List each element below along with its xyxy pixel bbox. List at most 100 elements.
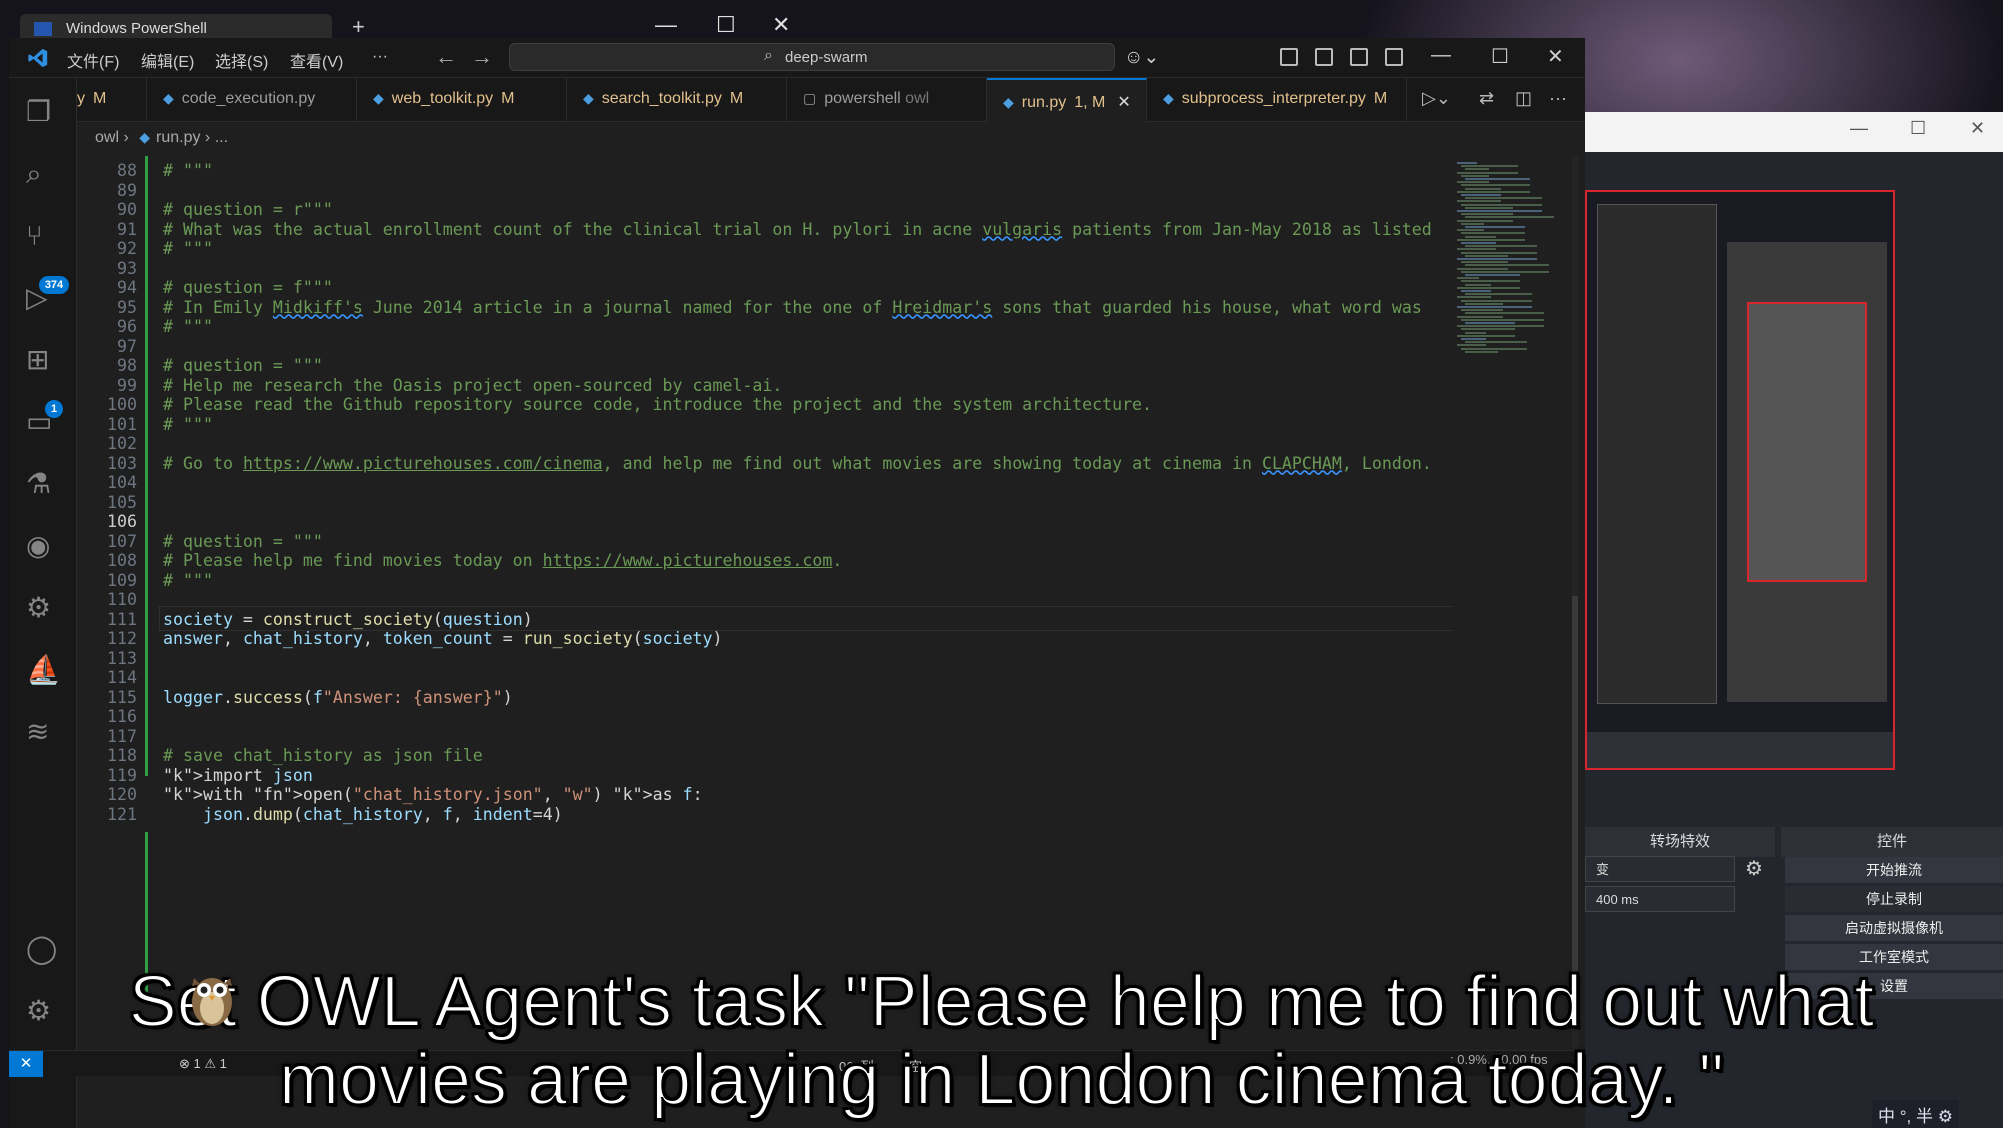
powershell-window-tab[interactable]: Windows PowerShell <box>20 14 332 40</box>
testing-icon[interactable]: ⚗ <box>26 468 51 500</box>
minimap-line <box>1465 312 1544 315</box>
docker-icon[interactable]: ≋ <box>26 716 49 748</box>
minimap-line <box>1461 338 1486 340</box>
scrollbar-thumb[interactable] <box>1572 596 1578 976</box>
menu-edit[interactable]: 编辑(E) <box>141 48 194 72</box>
obs-maximize-button[interactable]: ☐ <box>1910 118 1926 139</box>
more-actions-icon[interactable]: ··· <box>1549 88 1567 109</box>
obs-transitions-header: 转场特效 <box>1585 827 1775 857</box>
terminal-icon: ▢ <box>803 90 817 106</box>
title-bar: 文件(F) 编辑(E) 选择(S) 查看(V) ··· ← → ⌕ deep-s… <box>9 38 1585 78</box>
python-file-icon: ◆ <box>1003 94 1014 110</box>
breadcrumb-folder[interactable]: owl <box>95 129 119 146</box>
minimap-line <box>1465 216 1554 219</box>
minimap-line <box>1457 325 1544 328</box>
menu-file[interactable]: 文件(F) <box>67 48 119 72</box>
minimap-line <box>1465 178 1530 180</box>
code-line[interactable]: 121 json.dump(chat_history, f, indent=4) <box>77 802 1457 827</box>
minimize-button[interactable]: — <box>1431 44 1451 67</box>
menu-view[interactable]: 查看(V) <box>290 48 343 72</box>
tab-powershell[interactable]: ▢ powershell owl <box>787 78 987 122</box>
minimap-line <box>1461 213 1513 216</box>
minimap-line <box>1461 328 1515 331</box>
obs-minimize-button[interactable]: — <box>1850 118 1868 139</box>
python-file-icon: ◆ <box>163 90 174 106</box>
start-streaming-button[interactable]: 开始推流 <box>1785 857 2003 883</box>
code-editor[interactable]: 88 # """ 89 90 # question = r""" 91 # What was… <box>77 156 1457 1046</box>
run-file-icon[interactable]: ▷⌄ <box>1422 88 1451 109</box>
powershell-close-button[interactable]: ✕ <box>772 12 790 38</box>
obs-preview[interactable] <box>1585 190 1895 770</box>
minimap-line <box>1461 222 1484 225</box>
split-editor-icon[interactable]: ◫ <box>1515 88 1532 109</box>
owl-emoji-icon <box>192 978 232 1026</box>
minimap-line <box>1461 261 1508 264</box>
run-debug-icon[interactable]: ▷ <box>26 282 48 314</box>
tab-run-py[interactable]: ◆ run.py 1, M ✕ <box>987 78 1147 123</box>
customize-layout-icon[interactable] <box>1280 48 1298 66</box>
close-tab-icon[interactable]: ✕ <box>1117 94 1130 111</box>
minimap-line <box>1457 229 1484 232</box>
minimap-line <box>1461 165 1518 168</box>
minimap-line <box>1461 299 1532 302</box>
minimap-line <box>1465 341 1527 344</box>
transition-duration[interactable]: 400 ms <box>1585 886 1735 912</box>
forward-arrow-icon[interactable]: → <box>471 44 493 70</box>
minimap-line <box>1461 194 1501 196</box>
github-icon[interactable]: ◉ <box>26 530 50 562</box>
stop-recording-button[interactable]: 停止录制 <box>1785 886 2003 912</box>
minimap-line <box>1465 206 1513 209</box>
transition-settings-gear-icon[interactable]: ⚙ <box>1745 856 1763 881</box>
powershell-maximize-button[interactable]: ☐ <box>716 12 736 38</box>
minimap-line <box>1457 171 1518 174</box>
start-virtual-camera-button[interactable]: 启动虚拟摄像机 <box>1785 915 2003 941</box>
remote-explorer-icon[interactable]: ▭ <box>26 406 52 438</box>
back-arrow-icon[interactable]: ← <box>435 44 457 70</box>
new-tab-button[interactable]: + <box>352 14 365 40</box>
toggle-panel-icon[interactable] <box>1350 48 1368 66</box>
minimap[interactable] <box>1453 156 1565 1056</box>
minimap-line <box>1461 290 1491 292</box>
explorer-icon[interactable]: ❐ <box>26 96 51 128</box>
editor-scrollbar[interactable] <box>1572 156 1578 1056</box>
search-view-icon[interactable]: ⌕ <box>26 158 42 190</box>
minimap-line <box>1457 258 1537 260</box>
minimap-line <box>1461 270 1549 273</box>
breadcrumb-more[interactable]: ... <box>215 129 228 146</box>
transition-select[interactable]: 变 <box>1585 856 1735 882</box>
menu-selection[interactable]: 选择(S) <box>215 48 268 72</box>
tab-search-toolkit[interactable]: ◆ search_toolkit.py M <box>567 78 787 122</box>
minimap-line <box>1465 283 1491 286</box>
command-center-search[interactable]: ⌕ deep-swarm <box>509 43 1115 71</box>
extensions-icon[interactable]: ⊞ <box>26 344 49 376</box>
menu-more[interactable]: ··· <box>372 48 388 66</box>
minimap-line <box>1465 235 1496 238</box>
preview-nested-window <box>1747 302 1867 582</box>
breadcrumb-file[interactable]: run.py <box>156 129 200 146</box>
toggle-primary-sidebar-icon[interactable] <box>1315 48 1333 66</box>
tab-code-execution[interactable]: ◆ code_execution.py <box>147 78 357 122</box>
minimap-line <box>1461 309 1503 312</box>
search-icon: ⌕ <box>764 47 773 64</box>
compare-changes-icon[interactable]: ⇄ <box>1479 88 1494 109</box>
accounts-icon[interactable]: ◯ <box>26 933 57 965</box>
minimap-line <box>1465 331 1486 334</box>
copilot-icon[interactable]: ☺⌄ <box>1124 46 1159 69</box>
container-icon[interactable]: ⚙ <box>26 592 51 624</box>
obs-close-button[interactable]: ✕ <box>1970 118 1985 139</box>
toggle-secondary-sidebar-icon[interactable] <box>1385 48 1403 66</box>
minimap-line <box>1465 274 1520 276</box>
minimap-line <box>1457 210 1542 212</box>
minimap-line <box>1465 197 1542 200</box>
tab-subprocess-interpreter[interactable]: ◆ subprocess_interpreter.py M <box>1147 78 1407 122</box>
preview-nested-window <box>1597 204 1717 704</box>
close-button[interactable]: ✕ <box>1547 44 1564 69</box>
tab-web-toolkit[interactable]: ◆ web_toolkit.py M <box>357 78 567 122</box>
python-file-icon: ◆ <box>373 90 384 106</box>
vscode-logo-icon <box>28 48 48 68</box>
source-control-icon[interactable]: ⑂ <box>26 220 43 252</box>
maximize-button[interactable]: ☐ <box>1491 44 1509 69</box>
tab-partial[interactable]: yM <box>77 78 147 122</box>
boat-icon[interactable]: ⛵ <box>26 654 61 686</box>
powershell-minimize-button[interactable]: — <box>655 12 677 38</box>
